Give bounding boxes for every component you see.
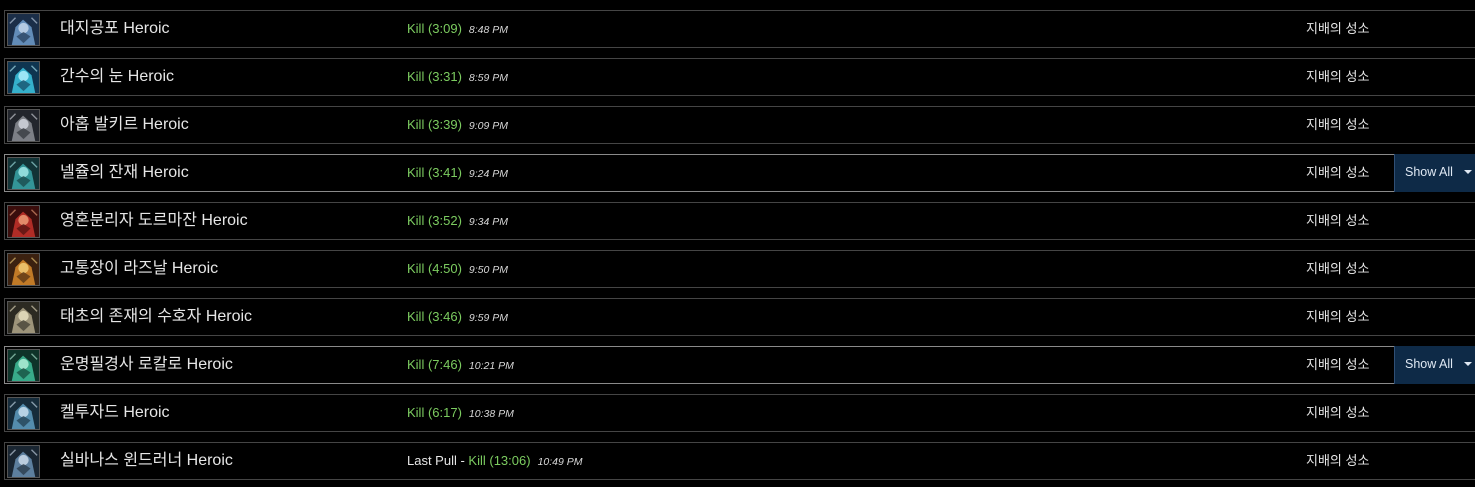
valkyr-boss-icon (7, 109, 40, 142)
fight-result[interactable]: Kill (4:50) 9:50 PM (407, 251, 508, 288)
kill-timestamp: 9:59 PM (468, 312, 509, 324)
fight-list: 대지공포 Heroic Kill (3:09) 8:48 PM 지배의 성소 간수의 눈… (0, 0, 1475, 487)
zone-name: 지배의 성소 (1306, 405, 1370, 420)
fight-result[interactable]: Kill (6:17) 10:38 PM (407, 395, 514, 432)
kill-duration: Kill (7:46) (407, 357, 462, 372)
zone-name: 지배의 성소 (1306, 309, 1370, 324)
fight-row[interactable]: 운명필경사 로칼로 Heroic Kill (7:46) 10:21 PM 지배의 성… (4, 346, 1475, 384)
kill-timestamp: 8:59 PM (468, 72, 509, 84)
kill-duration: Kill (13:06) (468, 453, 531, 468)
zone-name: 지배의 성소 (1306, 453, 1370, 468)
fight-result[interactable]: Kill (7:46) 10:21 PM (407, 347, 514, 384)
sylvanas-boss-icon (7, 445, 40, 478)
kill-timestamp: 9:34 PM (468, 216, 509, 228)
kill-duration: Kill (3:09) (407, 21, 462, 36)
kill-duration: Kill (3:52) (407, 213, 462, 228)
last-pull-label: Last Pull - (407, 453, 469, 468)
fight-result[interactable]: Kill (3:39) 9:09 PM (407, 107, 508, 144)
fight-result[interactable]: Kill (3:46) 9:59 PM (407, 299, 508, 336)
caret-down-icon (1464, 362, 1472, 366)
boss-name[interactable]: 간수의 눈 Heroic (60, 59, 174, 95)
show-all-label: Show All (1405, 165, 1453, 179)
boss-name[interactable]: 고통장이 라즈날 Heroic (60, 251, 218, 287)
zone-name: 지배의 성소 (1306, 261, 1370, 276)
kill-timestamp: 9:09 PM (468, 120, 509, 132)
guardian-boss-icon (7, 301, 40, 334)
fight-row[interactable]: 대지공포 Heroic Kill (3:09) 8:48 PM 지배의 성소 (4, 10, 1475, 48)
zone-name: 지배의 성소 (1306, 21, 1370, 36)
fight-row[interactable]: 고통장이 라즈날 Heroic Kill (4:50) 9:50 PM 지배의 성소 (4, 250, 1475, 288)
eye-boss-icon (7, 61, 40, 94)
kill-duration: Kill (3:46) (407, 309, 462, 324)
show-all-button[interactable]: Show All (1394, 346, 1475, 384)
fight-result[interactable]: Kill (3:52) 9:34 PM (407, 203, 508, 240)
boss-name[interactable]: 실바나스 윈드러너 Heroic (60, 443, 233, 479)
painsmith-boss-icon (7, 253, 40, 286)
kill-timestamp: 9:50 PM (468, 264, 509, 276)
fight-row[interactable]: 간수의 눈 Heroic Kill (3:31) 8:59 PM 지배의 성소 (4, 58, 1475, 96)
fight-row[interactable]: 태초의 존재의 수호자 Heroic Kill (3:46) 9:59 PM 지배의 … (4, 298, 1475, 336)
boss-name[interactable]: 아홉 발키르 Heroic (60, 107, 189, 143)
boss-name[interactable]: 대지공포 Heroic (60, 11, 170, 47)
fight-result[interactable]: Kill (3:31) 8:59 PM (407, 59, 508, 96)
fight-row[interactable]: 넬쥴의 잔재 Heroic Kill (3:41) 9:24 PM 지배의 성소 Sho… (4, 154, 1475, 192)
boss-name[interactable]: 태초의 존재의 수호자 Heroic (60, 299, 252, 335)
fight-row[interactable]: 실바나스 윈드러너 Heroic Last Pull - Kill (13:06)… (4, 442, 1475, 480)
zone-name: 지배의 성소 (1306, 213, 1370, 228)
lich-remnant-boss-icon (7, 157, 40, 190)
boss-name[interactable]: 영혼분리자 도르마잔 Heroic (60, 203, 248, 239)
kill-timestamp: 10:38 PM (468, 408, 514, 420)
caret-down-icon (1464, 170, 1472, 174)
fight-row[interactable]: 아홉 발키르 Heroic Kill (3:39) 9:09 PM 지배의 성소 (4, 106, 1475, 144)
show-all-label: Show All (1405, 357, 1453, 371)
fight-result[interactable]: Last Pull - Kill (13:06) 10:49 PM (407, 443, 583, 480)
fight-result[interactable]: Kill (3:09) 8:48 PM (407, 11, 508, 48)
fight-row[interactable]: 켈투자드 Heroic Kill (6:17) 10:38 PM 지배의 성소 (4, 394, 1475, 432)
kill-duration: Kill (3:31) (407, 69, 462, 84)
boss-name[interactable]: 켈투자드 Heroic (60, 395, 170, 431)
zone-name: 지배의 성소 (1306, 117, 1370, 132)
fight-result[interactable]: Kill (3:41) 9:24 PM (407, 155, 508, 192)
armored-boss-icon (7, 13, 40, 46)
zone-name: 지배의 성소 (1306, 357, 1370, 372)
kill-timestamp: 9:24 PM (468, 168, 509, 180)
kelthuzad-boss-icon (7, 397, 40, 430)
kill-duration: Kill (6:17) (407, 405, 462, 420)
kill-timestamp: 8:48 PM (468, 24, 509, 36)
soulrender-boss-icon (7, 205, 40, 238)
show-all-button[interactable]: Show All (1394, 154, 1475, 192)
zone-name: 지배의 성소 (1306, 69, 1370, 84)
kill-duration: Kill (3:41) (407, 165, 462, 180)
kill-duration: Kill (3:39) (407, 117, 462, 132)
fight-row[interactable]: 영혼분리자 도르마잔 Heroic Kill (3:52) 9:34 PM 지배의 성… (4, 202, 1475, 240)
kill-duration: Kill (4:50) (407, 261, 462, 276)
boss-name[interactable]: 넬쥴의 잔재 Heroic (60, 155, 189, 191)
kill-timestamp: 10:49 PM (537, 456, 583, 468)
zone-name: 지배의 성소 (1306, 165, 1370, 180)
fatescribe-boss-icon (7, 349, 40, 382)
kill-timestamp: 10:21 PM (468, 360, 514, 372)
boss-name[interactable]: 운명필경사 로칼로 Heroic (60, 347, 233, 383)
